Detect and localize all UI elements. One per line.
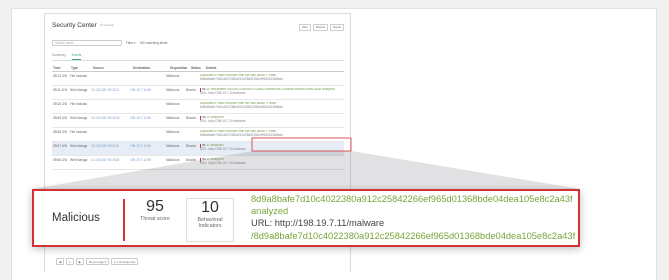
table-row[interactable]: 09:07 2/16/21Web Navigation 10.133.187.90…: [52, 142, 344, 156]
event-disposition: Malicious: [166, 102, 180, 106]
dismiss-button[interactable]: Dismiss: [312, 24, 329, 31]
event-type: Web Navigation: [70, 158, 87, 162]
page-title-suffix: (for devices): [99, 23, 115, 27]
event-disposition: Malicious: [166, 74, 180, 78]
event-details: 8d9a8bafe7d10c4022380a912c25842266ef965d…: [251, 193, 575, 242]
event-time: 09:07 2/16/21: [53, 144, 67, 148]
page-title-text: Security Center: [52, 22, 97, 29]
event-type: File Indicators 5 Support: [70, 74, 87, 78]
column-header-source[interactable]: Source: [92, 66, 132, 71]
behavioral-indicators-label: Behavioral Indicators: [197, 217, 223, 229]
event-time: 09:09 2/16/21: [53, 116, 67, 120]
disposition-label: Malicious: [52, 212, 100, 224]
next-page-button[interactable]: ▶: [75, 258, 84, 265]
events-table-body: 09:12 2/16/21File Indicators 5 SupportMa…: [52, 72, 344, 170]
event-details: 95 10 8d9a8bafe7d10c4022380a912c25842266…: [200, 88, 344, 96]
column-header-destination[interactable]: Destination: [132, 66, 169, 71]
threat-score-label: Threat score: [140, 216, 170, 222]
filter-dropdown[interactable]: Filter ▾: [126, 41, 136, 45]
event-detail-callout: Malicious 95 Threat score 10 Behavioral …: [32, 189, 580, 247]
page-title: Security Center (for devices): [52, 22, 114, 29]
column-header-details[interactable]: Details: [205, 66, 246, 71]
export-button[interactable]: Export: [330, 24, 344, 31]
event-detail-secondary: URL: http://198.19.7.11/malware: [200, 146, 246, 151]
prev-page-button[interactable]: ◀: [56, 258, 65, 265]
table-row[interactable]: 09:06 2/16/21Web Navigation 10.133.187.90…: [52, 156, 344, 170]
page-size-select[interactable]: 50 per page ▾: [85, 258, 109, 265]
event-type: Web Navigation: [70, 144, 87, 148]
event-type: File Indicators 5 Support: [70, 130, 87, 134]
tab-events[interactable]: Events: [71, 53, 82, 60]
event-detail-secondary: URL: http://198.19.7.11/malware: [200, 160, 246, 165]
column-header-disposition[interactable]: Disposition: [169, 66, 190, 71]
event-detail-secondary: 8d9a8bafe7d10c4022380a912c25842266ef965d…: [200, 76, 283, 81]
table-row[interactable]: 09:10 2/16/21File Indicators 5 Support Ma…: [52, 100, 344, 114]
event-details: Disposition: Hash indicator with file di…: [200, 130, 344, 138]
event-source[interactable]: 10.133.187.90:3121: [91, 88, 125, 92]
threat-score-value: 95: [146, 198, 164, 215]
event-destination[interactable]: 199.19.7.11:80: [130, 88, 160, 92]
threat-score-panel: 95 Threat score: [131, 198, 179, 222]
event-disposition: Malicious: [166, 130, 180, 134]
page-number[interactable]: 1: [66, 258, 74, 265]
row-count: 1-7 of many rows: [111, 258, 139, 265]
event-type: Web Navigation: [70, 116, 87, 120]
behavioral-indicators-panel: 10 Behavioral Indicators: [186, 198, 234, 242]
pagination: ◀ 1 ▶ 50 per page ▾ 1-7 of many rows: [56, 258, 139, 265]
behavioral-indicators-value: 10: [201, 199, 219, 216]
app-header: Security Center (for devices) Filter Dism…: [52, 22, 344, 32]
event-time: 09:08 2/16/21: [53, 130, 67, 134]
event-detail-secondary: URL: http://198.19.7.11/malware: [200, 90, 246, 95]
event-time: 09:06 2/16/21: [53, 158, 67, 162]
event-disposition: Malicious: [166, 144, 180, 148]
event-status: Blocked: [186, 116, 196, 120]
event-detail-secondary: 8d9a8bafe7d10c4022380a912c25842266ef965d…: [200, 132, 283, 137]
analysis-status: analyzed: [251, 206, 289, 217]
event-time: 09:10 2/16/21: [53, 102, 67, 106]
event-status: Blocked: [186, 158, 196, 162]
event-type: Web Navigation: [70, 88, 87, 92]
event-source[interactable]: 10.133.187.90:3119: [91, 144, 125, 148]
file-hash-link[interactable]: 8d9a8bafe7d10c4022380a912c25842266ef965d…: [251, 193, 575, 205]
column-header-status[interactable]: Status: [190, 66, 205, 71]
tab-summary[interactable]: Summary: [52, 53, 66, 60]
event-destination[interactable]: 199.19.7.11:80: [130, 116, 160, 120]
table-row[interactable]: 09:12 2/16/21File Indicators 5 Support Ma…: [52, 72, 344, 86]
event-detail-secondary: URL: http://198.19.7.11/malware: [200, 118, 246, 123]
column-header-type[interactable]: Type: [70, 66, 92, 71]
event-status: Blocked: [186, 144, 196, 148]
event-detail-secondary: 8d9a8bafe7d10c4022380a912c25842266ef965d…: [200, 104, 283, 109]
column-header-time[interactable]: Time: [52, 66, 70, 71]
table-row[interactable]: 09:08 2/16/21File Indicators 5 Support Ma…: [52, 128, 344, 142]
event-disposition: Malicious: [166, 158, 180, 162]
filter-count: 150 matching alerts: [139, 40, 168, 45]
event-details: Disposition: Hash indicator with file di…: [200, 74, 344, 82]
table-row[interactable]: 09:11 2/16/21Web Navigation 10.133.187.90…: [52, 86, 344, 100]
event-destination[interactable]: 199.19.7.11:80: [130, 144, 160, 148]
event-details: 95 10 analyzed URL: http://198.19.7.11/ma…: [200, 158, 344, 166]
url-text: URL: http://198.19.7.11/malware: [251, 218, 385, 229]
filter-button[interactable]: Filter: [298, 24, 311, 31]
header-buttons: Filter Dismiss Export: [298, 24, 344, 31]
event-details: 94 11 analyzed URL: http://198.19.7.11/ma…: [200, 144, 344, 152]
event-status: Blocked: [186, 88, 196, 92]
filter-bar: Search alerts Filter ▾ 150 matching aler…: [52, 39, 344, 46]
event-time: 09:11 2/16/21: [53, 88, 67, 92]
event-source[interactable]: 10.133.187.90:3118: [91, 158, 125, 162]
tab-bar: Summary Events: [52, 53, 344, 61]
url-path-link[interactable]: /8d9a8bafe7d10c4022380a912c25842266ef965…: [251, 230, 575, 242]
event-disposition: Malicious: [166, 88, 180, 92]
event-source[interactable]: 10.133.187.90:3120: [91, 116, 125, 120]
table-row[interactable]: 09:09 2/16/21Web Navigation 10.133.187.90…: [52, 114, 344, 128]
search-input[interactable]: Search alerts: [52, 39, 122, 46]
event-destination[interactable]: 199.19.7.11:80: [130, 158, 160, 162]
event-type: File Indicators 5 Support: [70, 102, 87, 106]
event-details: Disposition: Hash indicator with file di…: [200, 102, 344, 110]
event-disposition: Malicious: [166, 116, 180, 120]
severity-divider: [123, 199, 125, 241]
event-time: 09:12 2/16/21: [53, 74, 67, 78]
event-details: 95 10 analyzed URL: http://198.19.7.11/ma…: [200, 116, 344, 124]
